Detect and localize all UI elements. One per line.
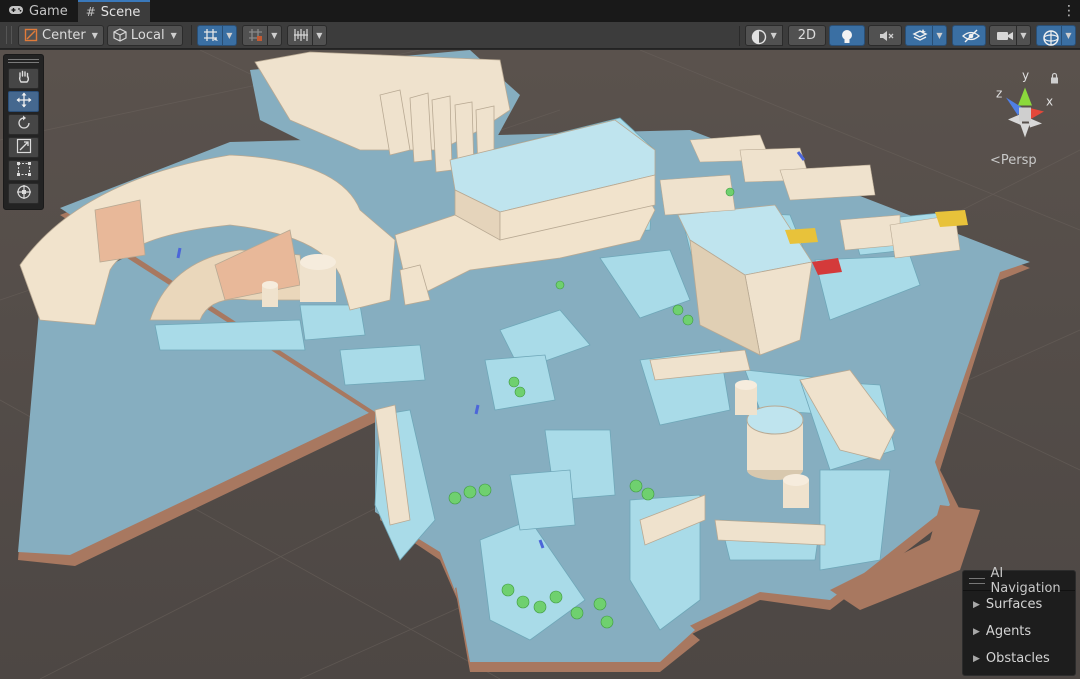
overlay-drag-handle[interactable] <box>8 57 39 65</box>
mode-2d-label: 2D <box>797 28 816 43</box>
transform-tools-overlay <box>3 54 44 210</box>
tab-scene[interactable]: # Scene <box>77 0 151 22</box>
gizmos-dropdown[interactable]: ▼ <box>1062 25 1076 46</box>
lock-icon[interactable] <box>1051 72 1058 84</box>
ai-navigation-item-label: Obstacles <box>985 651 1050 666</box>
align-tools-dropdown[interactable]: ▼ <box>312 24 327 46</box>
ai-navigation-item-label: Agents <box>985 624 1032 639</box>
effects-button[interactable] <box>905 25 933 46</box>
toolbar-grip[interactable] <box>6 26 12 44</box>
expand-triangle-icon: ▶ <box>973 626 980 637</box>
rect-transform-icon <box>16 161 32 181</box>
scale-icon <box>16 138 32 158</box>
scene-camera-dropdown[interactable]: ▼ <box>1017 25 1031 46</box>
camera-icon <box>996 29 1013 43</box>
toolbar-separator <box>190 25 192 45</box>
grid-snap-dropdown[interactable]: ▼ <box>222 24 237 46</box>
scene-visibility-toggle[interactable] <box>952 25 986 46</box>
hand-icon <box>16 69 32 89</box>
chevron-down-icon: ▼ <box>170 30 177 40</box>
pivot-rotation-dropdown[interactable]: Local ▼ <box>106 24 183 46</box>
ai-navigation-header[interactable]: AI Navigation <box>963 566 1075 596</box>
gizmo-z-label: z <box>996 87 1002 101</box>
align-tools-button[interactable] <box>286 24 313 46</box>
shaded-sphere-icon <box>751 29 766 44</box>
cube-icon <box>113 28 127 42</box>
grid-hash-icon: # <box>85 5 96 19</box>
eye-hidden-icon <box>962 29 980 43</box>
scene-camera-button[interactable] <box>989 25 1017 46</box>
expand-triangle-icon: ▶ <box>973 653 980 664</box>
gizmos-globe-icon <box>1042 29 1059 46</box>
chevron-down-icon: ▼ <box>770 31 777 40</box>
pivot-mode-label: Center <box>42 27 86 43</box>
scene-viewport[interactable]: y x z <Persp <box>0 50 1080 679</box>
gizmo-x-label: x <box>1046 95 1053 109</box>
transform-combo-icon <box>16 184 32 204</box>
window-tab-bar: Game # Scene ⋮ <box>0 0 1080 22</box>
scene-3d-render <box>0 50 1080 679</box>
increment-snap-button[interactable] <box>241 24 268 46</box>
rotate-icon <box>16 115 32 135</box>
move-arrows-icon <box>16 92 32 112</box>
increment-snap-dropdown[interactable]: ▼ <box>267 24 282 46</box>
ai-navigation-item-label: Surfaces <box>985 597 1043 612</box>
lightbulb-icon <box>840 29 854 43</box>
more-options-icon[interactable]: ⋮ <box>1058 0 1080 22</box>
tab-game-label: Game <box>29 3 68 19</box>
projection-toggle[interactable]: <Persp <box>990 153 1037 168</box>
scene-lighting-toggle[interactable] <box>829 25 865 46</box>
ai-navigation-title: AI Navigation <box>990 565 1061 596</box>
hand-tool-button[interactable] <box>8 68 39 89</box>
ai-navigation-overlay: AI Navigation ▶ Surfaces ▶ Agents ▶ Obst… <box>962 566 1076 676</box>
gizmos-button[interactable] <box>1036 25 1062 46</box>
toolbar-separator <box>738 25 740 46</box>
draw-mode-button[interactable]: ▼ <box>744 25 783 46</box>
view-options-toolbar: ▼ 2D ▼ ▼ ▼ <box>734 25 1076 46</box>
increment-snap-icon <box>248 28 262 42</box>
grid-snap-icon <box>203 28 218 42</box>
scene-toolbar: Center ▼ Local ▼ ▼ ▼ ▼ ▼ 2D ▼ ▼ ▼ <box>0 22 1080 49</box>
pivot-mode-dropdown[interactable]: Center ▼ <box>18 24 104 46</box>
ai-navigation-item-obstacles[interactable]: ▶ Obstacles <box>963 645 1075 672</box>
move-tool-button[interactable] <box>8 91 39 112</box>
expand-triangle-icon: ▶ <box>973 599 980 610</box>
transform-tool-button[interactable] <box>8 183 39 204</box>
align-icon <box>293 28 308 42</box>
scene-audio-toggle[interactable] <box>868 25 902 46</box>
audio-mute-icon <box>878 29 894 43</box>
drag-handle-icon <box>969 577 985 584</box>
pivot-center-icon <box>24 28 38 42</box>
rotate-tool-button[interactable] <box>8 114 39 135</box>
effects-layers-icon <box>912 28 928 43</box>
projection-label: Persp <box>1000 153 1037 168</box>
grid-snap-button[interactable] <box>196 24 223 46</box>
tab-game[interactable]: Game <box>0 0 78 22</box>
gamepad-icon <box>8 4 24 18</box>
gizmo-y-label: y <box>1022 69 1029 83</box>
effects-dropdown[interactable]: ▼ <box>933 25 947 46</box>
scale-tool-button[interactable] <box>8 137 39 158</box>
rect-tool-button[interactable] <box>8 160 39 181</box>
pivot-rotation-label: Local <box>130 27 165 43</box>
tab-scene-label: Scene <box>100 4 141 20</box>
mode-2d-toggle[interactable]: 2D <box>787 25 826 46</box>
chevron-down-icon: ▼ <box>91 30 98 40</box>
ai-navigation-item-agents[interactable]: ▶ Agents <box>963 618 1075 645</box>
chevron-left-icon: < <box>990 153 1001 168</box>
